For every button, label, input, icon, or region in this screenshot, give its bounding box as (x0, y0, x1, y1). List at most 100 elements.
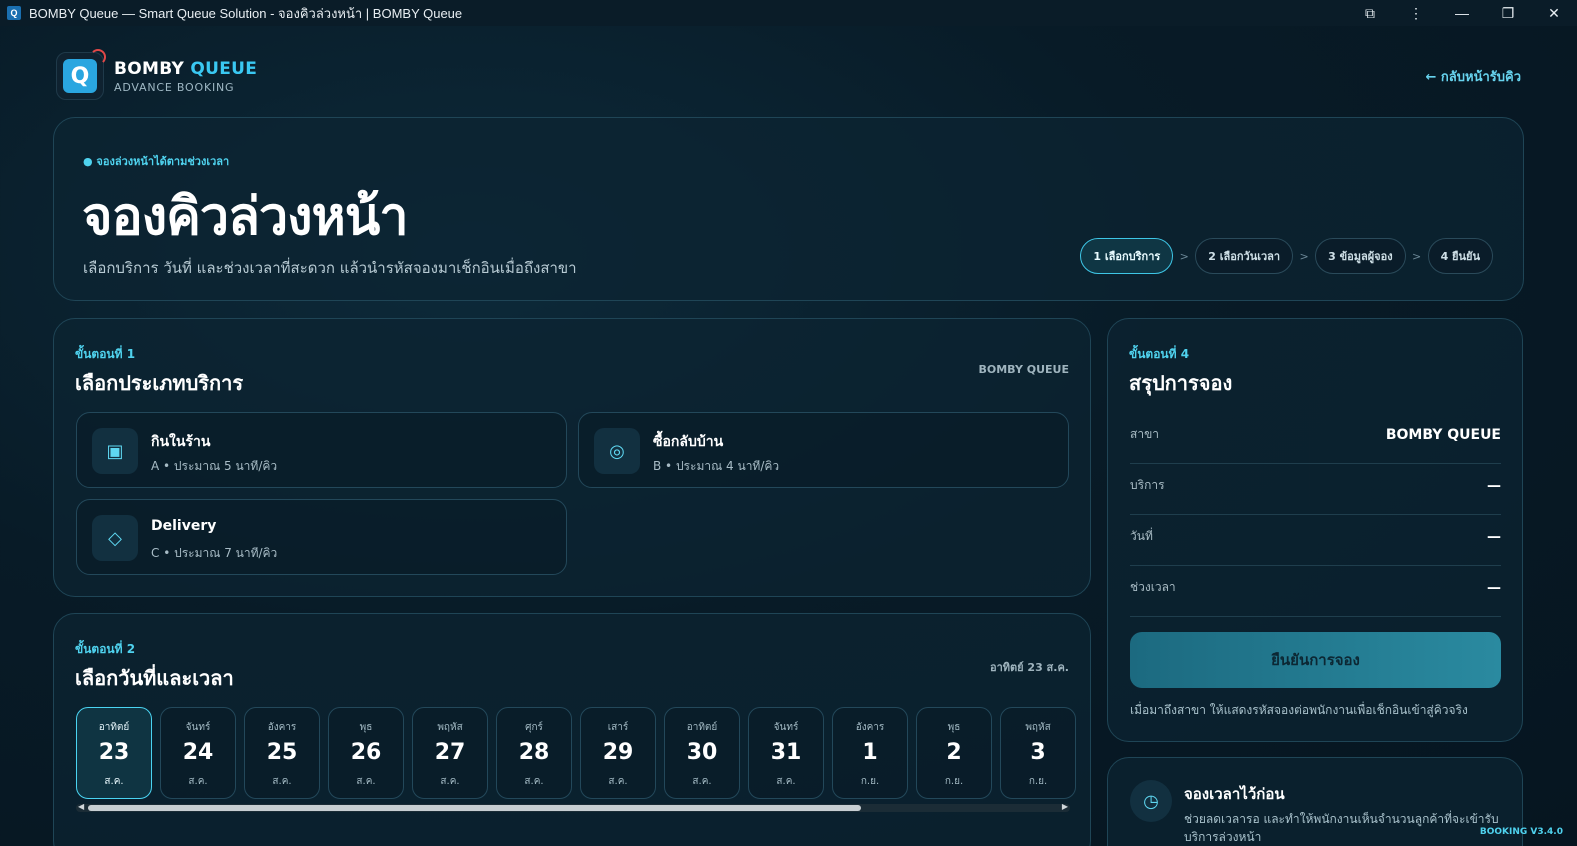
signal-icon (90, 49, 106, 65)
date-option[interactable]: พฤหัส 3 ก.ย. (1000, 707, 1076, 799)
service-type-card: ขั้นตอนที่ 1 เลือกประเภทบริการ BOMBY QUE… (53, 318, 1091, 597)
section-eyebrow: ขั้นตอนที่ 4 (1129, 347, 1190, 361)
brand-logo: Q (56, 49, 106, 100)
app-icon: Q (7, 6, 21, 20)
date-option[interactable]: พฤหัส 27 ส.ค. (412, 707, 488, 799)
date-mon: ส.ค. (272, 776, 292, 787)
service-name: ซื้อกลับบ้าน (653, 434, 724, 450)
service-option-takeaway[interactable]: ◎ ซื้อกลับบ้าน B • ประมาณ 4 นาที/คิว (578, 412, 1069, 488)
service-meta: B • ประมาณ 4 นาที/คิว (653, 459, 780, 473)
takeaway-icon: ◎ (594, 428, 640, 474)
summary-value: — (1487, 580, 1501, 596)
step-3-pill[interactable]: 3 ข้อมูลผู้จอง (1315, 238, 1406, 274)
summary-row-branch: สาขา BOMBY QUEUE (1130, 413, 1501, 464)
section-title: เลือกวันที่และเวลา (75, 666, 234, 690)
step-2-pill[interactable]: 2 เลือกวันเวลา (1195, 238, 1294, 274)
date-dow: อังคาร (855, 722, 885, 733)
date-day: 27 (434, 740, 466, 765)
date-day: 26 (350, 740, 382, 765)
hero-description: เลือกบริการ วันที่ และช่วงเวลาที่สะดวก แ… (83, 259, 577, 277)
date-mon: ส.ค. (356, 776, 376, 787)
more-menu-icon[interactable]: ⋮ (1393, 0, 1439, 26)
window-controls: ⧉ ⋮ — ❐ ✕ (1347, 0, 1577, 26)
summary-value: — (1487, 478, 1501, 494)
summary-note: เมื่อมาถึงสาขา ให้แสดงรหัสจองต่อพนักงานเ… (1130, 703, 1468, 717)
summary-value: — (1487, 529, 1501, 545)
scroll-left-icon[interactable]: ◀ (78, 802, 84, 811)
step-separator: > (1299, 249, 1309, 263)
summary-key: ช่วงเวลา (1130, 580, 1176, 594)
date-option[interactable]: อาทิตย์ 30 ส.ค. (664, 707, 740, 799)
brand-name: BOMBY QUEUE (114, 59, 257, 79)
service-meta: C • ประมาณ 7 นาที/คิว (151, 546, 278, 560)
tip-text: ช่วยลดเวลารอ และทำให้พนักงานเห็นจำนวนลูก… (1184, 812, 1499, 844)
date-mon: ส.ค. (440, 776, 460, 787)
confirm-booking-button[interactable]: ยืนยันการจอง (1130, 632, 1501, 688)
clock-icon: ◷ (1130, 780, 1172, 822)
summary-key: สาขา (1130, 427, 1160, 441)
date-dow: พฤหัส (1025, 722, 1051, 733)
summary-key: วันที่ (1130, 529, 1153, 543)
date-dow: พุธ (947, 722, 961, 733)
date-option[interactable]: พุธ 2 ก.ย. (916, 707, 992, 799)
date-day: 31 (770, 740, 802, 765)
section-title: เลือกประเภทบริการ (75, 371, 244, 395)
scroll-right-icon[interactable]: ▶ (1062, 802, 1068, 811)
date-day: 23 (98, 740, 130, 765)
date-dow: พฤหัส (437, 722, 463, 733)
date-dow: อาทิตย์ (686, 722, 718, 733)
date-day: 2 (946, 740, 962, 765)
date-option[interactable]: จันทร์ 31 ส.ค. (748, 707, 824, 799)
service-option-dine-in[interactable]: ▣ กินในร้าน A • ประมาณ 5 นาที/คิว (76, 412, 567, 488)
date-mon: ส.ค. (524, 776, 544, 787)
date-option[interactable]: ศุกร์ 28 ส.ค. (496, 707, 572, 799)
section-eyebrow: ขั้นตอนที่ 2 (75, 642, 136, 656)
date-mon: ก.ย. (860, 776, 880, 787)
service-option-delivery[interactable]: ◇ Delivery C • ประมาณ 7 นาที/คิว (76, 499, 567, 575)
date-mon: ก.ย. (1028, 776, 1048, 787)
minimize-icon[interactable]: — (1439, 0, 1485, 26)
date-option[interactable]: อังคาร 25 ส.ค. (244, 707, 320, 799)
brand-name-part1: BOMBY (114, 58, 185, 79)
date-strip: อาทิตย์ 23 ส.ค. จันทร์ 24 ส.ค. อังคาร 25 ส.ค. พุธ… (76, 707, 1076, 799)
date-dow: จันทร์ (185, 722, 211, 733)
date-day: 25 (266, 740, 298, 765)
date-dow: อาทิตย์ (98, 722, 130, 733)
window-titlebar: Q BOMBY Queue — Smart Queue Solution - จ… (0, 0, 1577, 26)
service-name: กินในร้าน (151, 434, 211, 450)
brand-name-part2: QUEUE (190, 58, 258, 79)
date-option[interactable]: อังคาร 1 ก.ย. (832, 707, 908, 799)
date-option[interactable]: พุธ 26 ส.ค. (328, 707, 404, 799)
date-option[interactable]: อาทิตย์ 23 ส.ค. (76, 707, 152, 799)
date-mon: ส.ค. (608, 776, 628, 787)
date-day: 3 (1030, 740, 1046, 765)
scrollbar-thumb[interactable] (88, 805, 861, 811)
maximize-icon[interactable]: ❐ (1485, 0, 1531, 26)
step-separator: > (1179, 249, 1189, 263)
back-to-queue-link[interactable]: ← กลับหน้ารับคิว (1426, 66, 1522, 87)
step-indicator: 1 เลือกบริการ > 2 เลือกวันเวลา > 3 ข้อมู… (1080, 238, 1493, 274)
section-title: สรุปการจอง (1129, 371, 1233, 395)
date-option[interactable]: จันทร์ 24 ส.ค. (160, 707, 236, 799)
date-day: 1 (862, 740, 878, 765)
extensions-icon[interactable]: ⧉ (1347, 0, 1393, 26)
selected-date-label: อาทิตย์ 23 ส.ค. (989, 661, 1069, 674)
step-1-pill[interactable]: 1 เลือกบริการ (1080, 238, 1174, 274)
brand-header: Q BOMBY QUEUE ADVANCE BOOKING (56, 49, 257, 100)
summary-row-time: ช่วงเวลา — (1130, 566, 1501, 617)
date-day: 28 (518, 740, 550, 765)
delivery-icon: ◇ (92, 515, 138, 561)
step-4-pill[interactable]: 4 ยืนยัน (1427, 238, 1493, 274)
brand-subtitle: ADVANCE BOOKING (114, 80, 235, 94)
date-dow: เสาร์ (607, 722, 629, 733)
date-strip-scrollbar[interactable]: ◀ ▶ (76, 802, 1070, 812)
summary-row-service: บริการ — (1130, 464, 1501, 515)
summary-key: บริการ (1130, 478, 1165, 492)
close-icon[interactable]: ✕ (1531, 0, 1577, 26)
date-mon: ก.ย. (944, 776, 964, 787)
date-option[interactable]: เสาร์ 29 ส.ค. (580, 707, 656, 799)
hero-card: ● จองล่วงหน้าได้ตามช่วงเวลา จองคิวล่วงหน… (53, 117, 1524, 301)
summary-value: BOMBY QUEUE (1385, 427, 1501, 443)
booking-summary-card: ขั้นตอนที่ 4 สรุปการจอง สาขา BOMBY QUEUE… (1107, 318, 1523, 742)
section-eyebrow: ขั้นตอนที่ 1 (75, 347, 136, 361)
